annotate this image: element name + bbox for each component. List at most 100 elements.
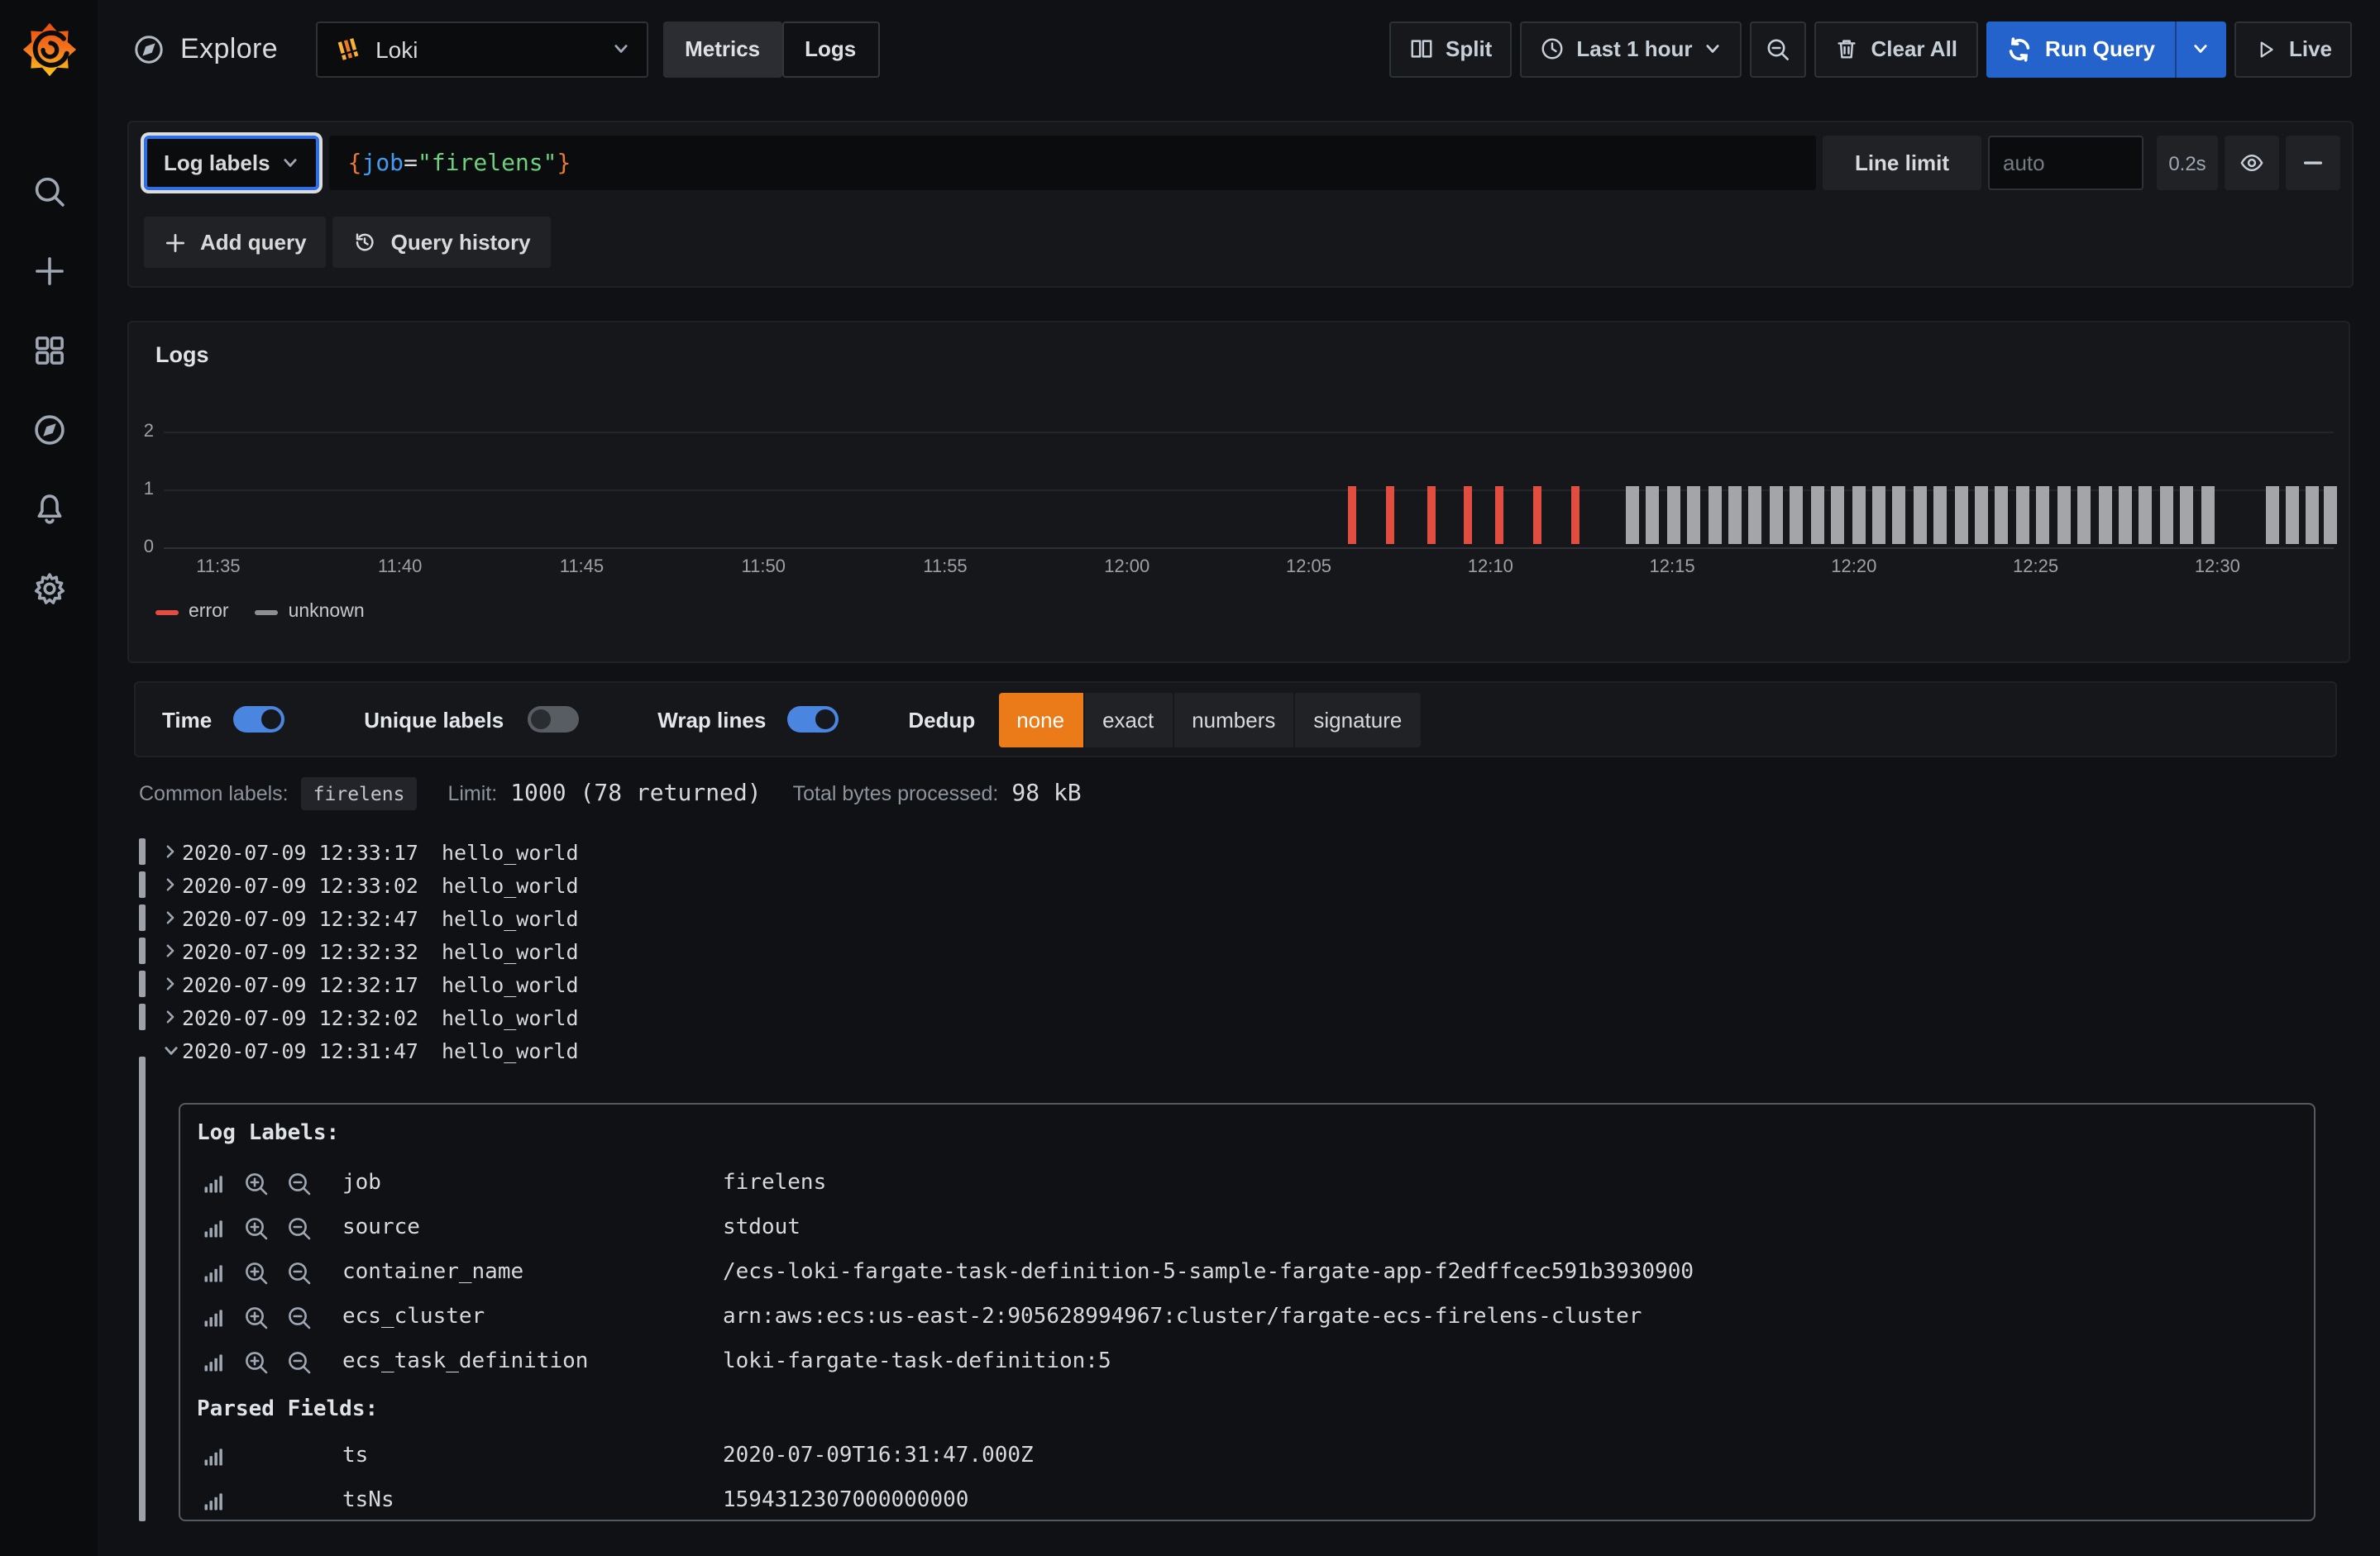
chevron-right-icon <box>159 943 182 959</box>
log-row[interactable]: 2020-07-09 12:32:02hello_world <box>139 1000 2339 1033</box>
unknown-bar <box>1770 486 1783 544</box>
filter-for-value-icon[interactable] <box>243 1215 270 1241</box>
history-icon <box>353 230 378 255</box>
log-timestamp: 2020-07-09 12:32:17 <box>182 971 418 996</box>
log-timestamp: 2020-07-09 12:33:02 <box>182 872 418 897</box>
explore-header: Explore <box>132 32 278 65</box>
tab-metrics[interactable]: Metrics <box>663 21 781 77</box>
zoom-out-time-button[interactable] <box>1751 21 1807 77</box>
filter-out-value-icon[interactable] <box>286 1304 313 1330</box>
log-row[interactable]: 2020-07-09 12:33:17hello_world <box>139 835 2339 868</box>
unknown-bar <box>1893 486 1906 544</box>
sidebar-item-dashboards[interactable] <box>19 329 79 372</box>
filter-out-value-icon[interactable] <box>286 1259 313 1286</box>
mode-switcher: Metrics Logs <box>663 21 879 77</box>
detail-field-value: 1594312307000000000 <box>723 1488 968 1513</box>
chevron-right-icon <box>159 909 182 926</box>
unknown-bar <box>1995 486 2009 544</box>
unknown-bar <box>2119 486 2132 544</box>
filter-for-value-icon[interactable] <box>243 1304 270 1330</box>
x-axis-tick: 11:40 <box>378 557 422 577</box>
wrap-lines-toggle[interactable] <box>787 706 839 733</box>
detail-field-value: arn:aws:ecs:us-east-2:905628994967:clust… <box>723 1305 1642 1329</box>
detail-field-value: firelens <box>723 1171 826 1196</box>
filter-out-value-icon[interactable] <box>286 1348 313 1375</box>
stats-icon[interactable] <box>200 1348 227 1375</box>
log-labels-button[interactable]: Log labels <box>144 136 320 190</box>
sidebar-item-alerting[interactable] <box>19 488 79 531</box>
unique-labels-toggle[interactable] <box>527 706 578 733</box>
filter-out-value-icon[interactable] <box>286 1215 313 1241</box>
dedup-option-none[interactable]: none <box>998 692 1082 747</box>
line-limit-input[interactable] <box>1988 136 2143 190</box>
unknown-bar <box>2201 486 2214 544</box>
dedup-option-signature[interactable]: signature <box>1295 692 1420 747</box>
legend-item-unknown[interactable]: unknown <box>256 602 365 622</box>
time-toggle[interactable] <box>233 706 284 733</box>
panel-title: Logs <box>155 342 209 367</box>
hide-query-button[interactable] <box>2225 136 2279 190</box>
chevron-right-icon <box>159 843 182 860</box>
stats-icon[interactable] <box>200 1259 227 1286</box>
error-bar <box>1465 486 1473 544</box>
filter-for-value-icon[interactable] <box>243 1259 270 1286</box>
error-bar <box>1572 486 1580 544</box>
grafana-logo[interactable] <box>0 0 98 98</box>
page-title: Explore <box>180 32 278 65</box>
log-row[interactable]: 2020-07-09 12:32:17 hello_world <box>139 967 2339 1000</box>
add-query-button[interactable]: Add query <box>144 217 327 268</box>
filter-for-value-icon[interactable] <box>243 1170 270 1196</box>
log-row[interactable]: 2020-07-09 12:32:32hello_world <box>139 934 2339 967</box>
bytes-processed-value: 98 kB <box>1011 780 1081 807</box>
filter-for-value-icon[interactable] <box>243 1348 270 1375</box>
bell-icon <box>31 491 67 527</box>
line-limit-label: Line limit <box>1823 136 1981 190</box>
sidebar-item-search[interactable] <box>19 170 79 213</box>
sidebar-item-configuration[interactable] <box>19 567 79 610</box>
datasource-picker[interactable]: Loki <box>316 21 648 77</box>
chevron-right-icon <box>159 876 182 893</box>
log-row[interactable]: 2020-07-09 12:33:02hello_world <box>139 868 2339 901</box>
trash-icon <box>1835 36 1860 61</box>
unknown-bar <box>1852 486 1865 544</box>
time-range-picker[interactable]: Last 1 hour <box>1520 21 1742 77</box>
stats-icon[interactable] <box>200 1487 227 1514</box>
unknown-bar <box>1810 486 1823 544</box>
detail-row: sourcestdout <box>180 1205 2314 1250</box>
remove-query-button[interactable] <box>2286 136 2340 190</box>
stats-icon[interactable] <box>200 1443 227 1469</box>
unknown-bar <box>1646 486 1660 544</box>
detail-field-name: tsNs <box>342 1488 723 1513</box>
log-level-bar <box>139 871 146 898</box>
limit-value: 1000 (78 returned) <box>510 780 761 807</box>
dedup-option-exact[interactable]: exact <box>1084 692 1172 747</box>
split-icon <box>1409 36 1434 61</box>
common-labels-label: Common labels: <box>139 782 289 805</box>
tab-logs[interactable]: Logs <box>781 21 879 77</box>
log-message: hello_world <box>442 971 579 996</box>
legend-item-error[interactable]: error <box>155 602 229 622</box>
log-row[interactable]: 2020-07-09 12:31:47hello_world <box>139 1033 2339 1067</box>
gear-icon <box>31 570 67 607</box>
log-row[interactable]: 2020-07-09 12:32:47hello_world <box>139 901 2339 934</box>
sidebar-item-explore[interactable] <box>19 408 79 451</box>
logs-volume-panel: Logs 21011:3511:4011:4511:5011:5512:0012… <box>127 321 2350 663</box>
log-timestamp: 2020-07-09 12:32:32 <box>182 938 418 963</box>
run-query-button[interactable]: Run Query <box>1986 21 2175 77</box>
clear-all-button[interactable]: Clear All <box>1815 21 1978 77</box>
detail-field-name: job <box>342 1171 723 1196</box>
query-input[interactable]: {job="firelens"} <box>330 136 1816 190</box>
dedup-option-numbers[interactable]: numbers <box>1173 692 1293 747</box>
stats-icon[interactable] <box>200 1215 227 1241</box>
live-button[interactable]: Live <box>2234 21 2352 77</box>
detail-row: ecs_clusterarn:aws:ecs:us-east-2:9056289… <box>180 1295 2314 1339</box>
query-history-button[interactable]: Query history <box>333 217 551 268</box>
chevron-down-icon <box>282 154 300 172</box>
unknown-bar <box>1831 486 1844 544</box>
split-button[interactable]: Split <box>1389 21 1512 77</box>
sidebar-item-create[interactable] <box>19 250 79 293</box>
stats-icon[interactable] <box>200 1304 227 1330</box>
run-query-interval-dropdown[interactable] <box>2175 21 2226 77</box>
filter-out-value-icon[interactable] <box>286 1170 313 1196</box>
stats-icon[interactable] <box>200 1170 227 1196</box>
